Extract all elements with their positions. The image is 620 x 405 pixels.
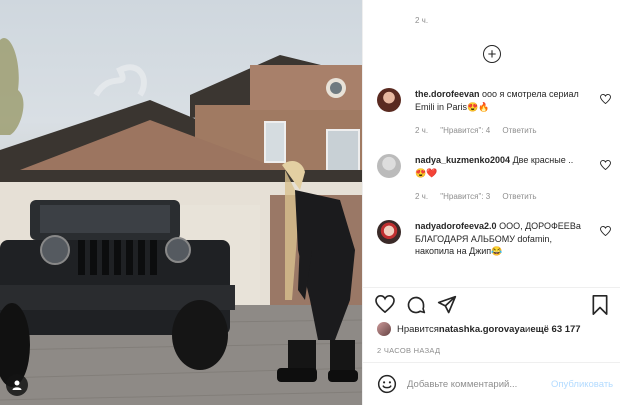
plus-circle-icon[interactable]: + xyxy=(483,45,501,63)
posted-time[interactable]: 2 ЧАСОВ НАЗАД xyxy=(377,346,440,355)
comment-meta: 2 ч. "Нравится": 4 Ответить xyxy=(415,126,547,135)
emoji-icon[interactable] xyxy=(377,374,397,394)
comment-time[interactable]: 2 ч. xyxy=(415,126,428,135)
heart-icon[interactable] xyxy=(375,295,395,313)
comment-icon[interactable] xyxy=(406,295,426,315)
user-tag-icon[interactable] xyxy=(6,374,28,396)
share-icon[interactable] xyxy=(437,295,457,315)
avatar[interactable] xyxy=(377,154,401,178)
avatar[interactable] xyxy=(377,220,401,244)
comment-meta: 2 ч. "Нравится": 3 Ответить xyxy=(415,192,547,201)
comment-username[interactable]: the.dorofeevan xyxy=(415,89,480,99)
heart-icon[interactable] xyxy=(600,226,611,236)
divider xyxy=(363,362,620,363)
photo-illustration xyxy=(0,38,362,405)
previous-comment-time: 2 ч. xyxy=(415,16,429,25)
comment-text: the.dorofeevan ооо я смотрела сериал Emi… xyxy=(415,88,583,113)
comment-time[interactable]: 2 ч. xyxy=(415,192,428,201)
comment-likes[interactable]: "Нравится": 3 xyxy=(440,192,490,201)
avatar[interactable] xyxy=(377,322,391,336)
heart-icon[interactable] xyxy=(600,160,611,170)
likes-count[interactable]: ещё 63 177 xyxy=(530,324,580,335)
likes-summary[interactable]: Нравится natashka.gorovaya и ещё 63 177 xyxy=(377,322,581,336)
bookmark-icon[interactable] xyxy=(591,295,609,315)
comment-text: nadya_kuzmenko2004 Две красные ..😍❤️ xyxy=(415,154,583,179)
avatar[interactable] xyxy=(377,88,401,112)
action-bar xyxy=(363,293,620,317)
comment-text: nadyadorofeeva2.0 ООО, ДОРОФЕЕВа БЛАГОДА… xyxy=(415,220,583,258)
comments-panel: 2 ч. + the.dorofeevan ооо я смотрела сер… xyxy=(362,0,620,405)
reply-button[interactable]: Ответить xyxy=(502,126,536,135)
comment-username[interactable]: nadya_kuzmenko2004 xyxy=(415,155,510,165)
comment-likes[interactable]: "Нравится": 4 xyxy=(440,126,490,135)
liker-username[interactable]: natashka.gorovaya xyxy=(439,324,525,335)
heart-icon[interactable] xyxy=(600,94,611,104)
divider xyxy=(363,287,620,288)
add-comment-bar: Опубликовать xyxy=(377,373,615,395)
comment-input[interactable] xyxy=(407,378,547,390)
post-photo[interactable] xyxy=(0,0,362,405)
comment-username[interactable]: nadyadorofeeva2.0 xyxy=(415,221,497,231)
likes-prefix: Нравится xyxy=(397,323,439,335)
reply-button[interactable]: Ответить xyxy=(502,192,536,201)
publish-button[interactable]: Опубликовать xyxy=(551,379,613,390)
